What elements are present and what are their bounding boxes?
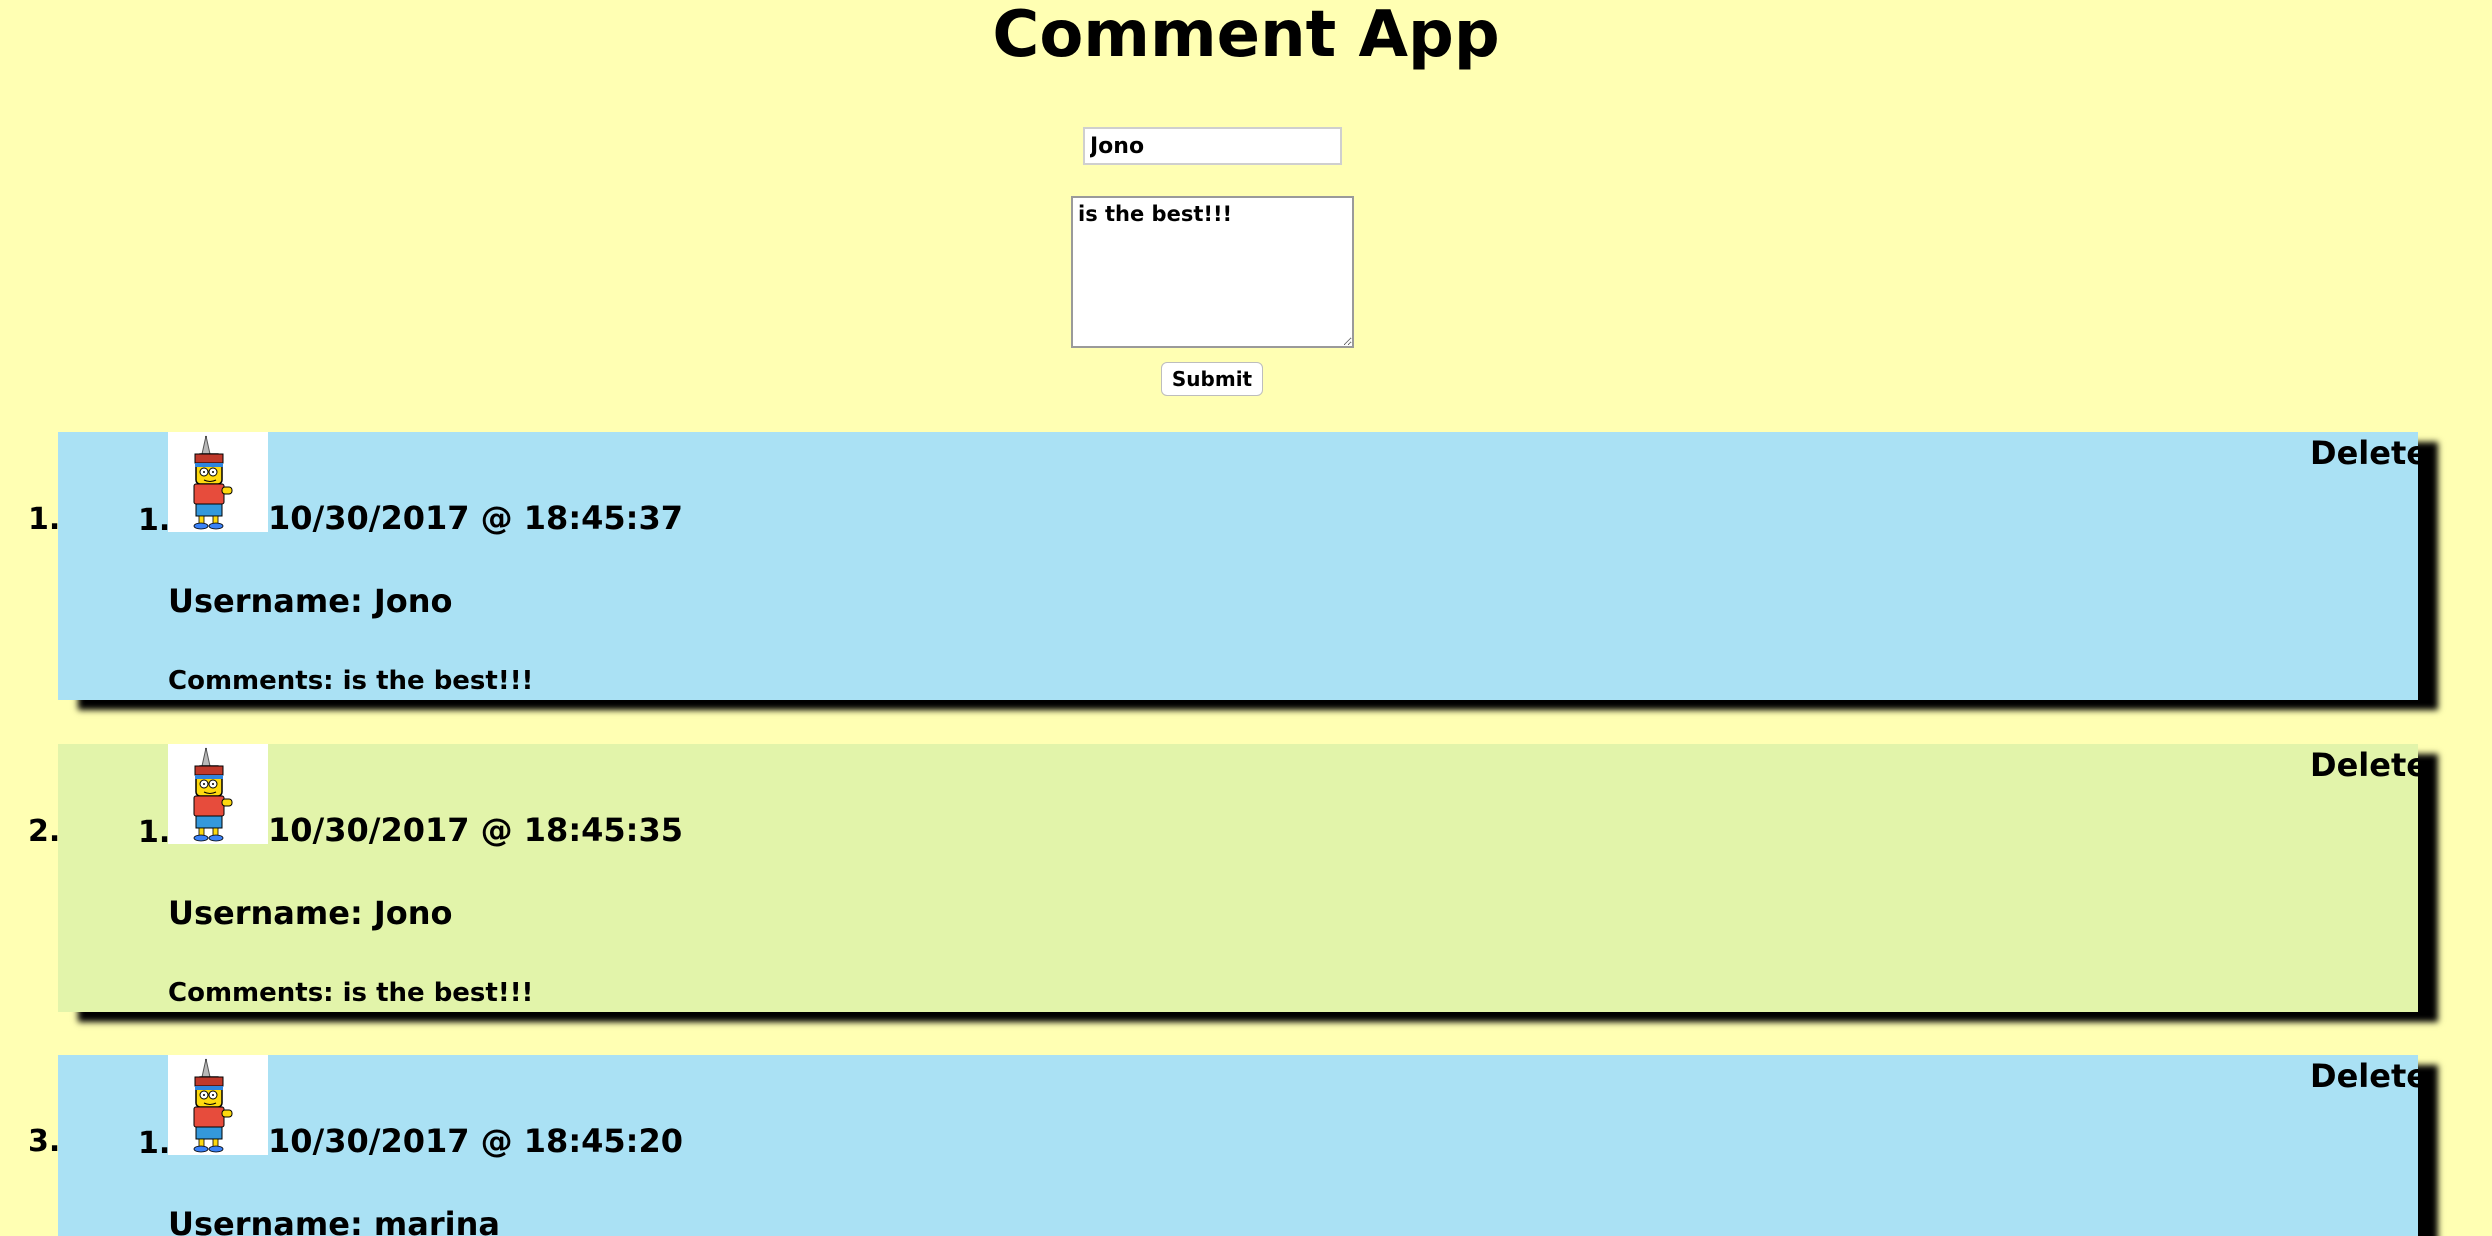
avatar-svg: [193, 1058, 233, 1153]
comment-list-number: 3.: [28, 1124, 61, 1159]
comment-username: Username: Jono: [168, 582, 453, 620]
bart-simpson-avatar-icon: [168, 432, 268, 532]
comment-username: Username: Jono: [168, 894, 453, 932]
comment-card: 1.: [58, 744, 2418, 1012]
comment-card: 1.: [58, 1055, 2418, 1236]
comment-list-number: 2.: [28, 814, 61, 849]
comment-list-number: 1.: [28, 502, 61, 537]
avatar-svg: [193, 747, 233, 842]
delete-button[interactable]: Delete: [2310, 746, 2418, 784]
comment-text: Comments: is the best!!!: [168, 666, 534, 696]
page-title: Comment App: [992, 0, 1500, 72]
comment-inner-number: 1.: [138, 503, 171, 538]
comment-timestamp: 10/30/2017 @ 18:45:20: [268, 1122, 683, 1160]
comment-timestamp: 10/30/2017 @ 18:45:37: [268, 499, 683, 537]
submit-button[interactable]: Submit: [1161, 362, 1263, 396]
comment-card: 1.: [58, 432, 2418, 700]
bart-simpson-avatar-icon: [168, 1055, 268, 1155]
bart-simpson-avatar-icon: [168, 744, 268, 844]
comment-text: Comments: is the best!!!: [168, 978, 534, 1008]
delete-button[interactable]: Delete: [2310, 434, 2418, 472]
comment-username: Username: marina: [168, 1205, 500, 1236]
avatar-svg: [193, 435, 233, 530]
delete-button[interactable]: Delete: [2310, 1057, 2418, 1095]
comment-inner-number: 1.: [138, 1126, 171, 1161]
comment-timestamp: 10/30/2017 @ 18:45:35: [268, 811, 683, 849]
comment-textarea[interactable]: is the best!!!: [1071, 196, 1354, 348]
username-input[interactable]: [1083, 127, 1342, 165]
comment-inner-number: 1.: [138, 815, 171, 850]
